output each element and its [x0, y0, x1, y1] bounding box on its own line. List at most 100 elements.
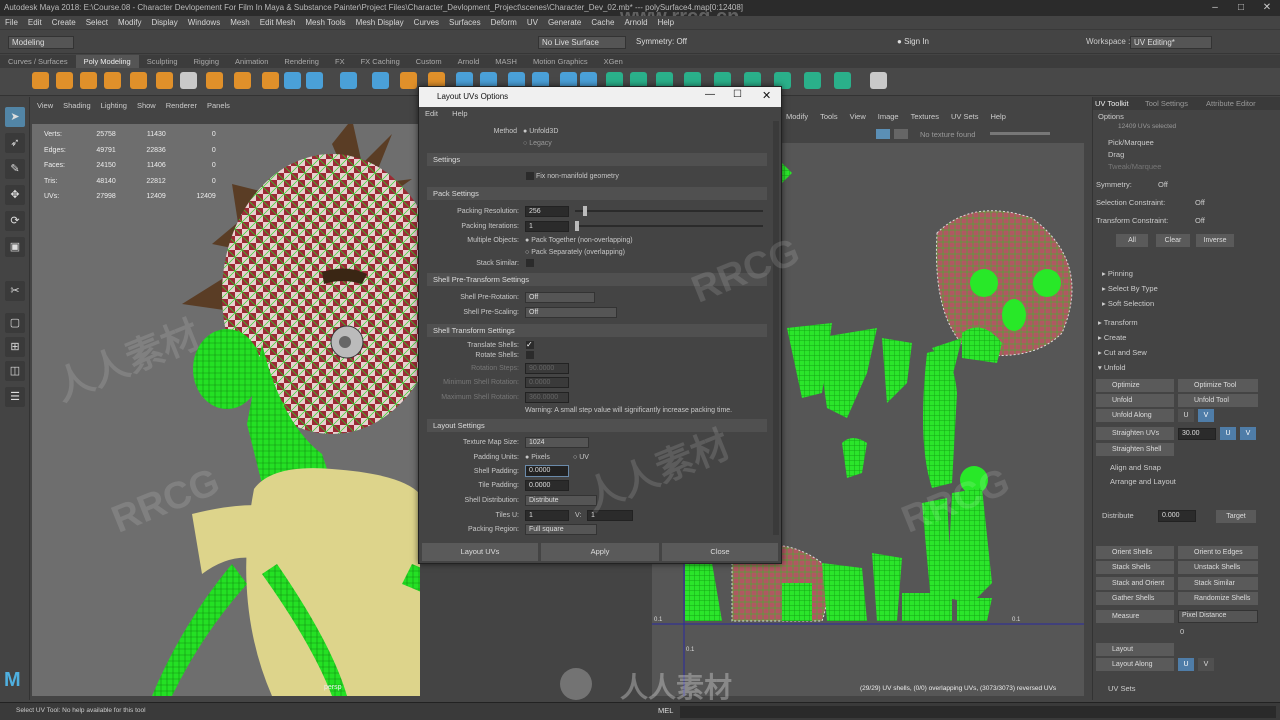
shelf-tool-icon[interactable] — [262, 72, 279, 89]
settings-header[interactable]: Settings — [427, 153, 767, 166]
uv-menu-help[interactable]: Help — [984, 110, 1011, 123]
maximize-button[interactable]: □ — [1228, 0, 1254, 16]
menu-curves[interactable]: Curves — [409, 16, 444, 30]
shelf-tool-icon[interactable] — [206, 72, 223, 89]
inverse-selection-button[interactable]: Inverse — [1196, 234, 1234, 247]
viewport-menu-renderer[interactable]: Renderer — [161, 100, 202, 112]
method-unfold3d-radio[interactable]: ● Unfold3D — [523, 126, 558, 137]
section-soft-selection[interactable]: ▸ Soft Selection — [1102, 298, 1154, 309]
layout-uvs-button[interactable]: Layout UVs — [422, 543, 538, 561]
layout-v-button[interactable]: V — [1198, 658, 1214, 671]
shelf-tab-custom[interactable]: Custom — [408, 55, 450, 68]
stack-similar-button[interactable]: Stack Similar — [1178, 577, 1258, 590]
padding-uv-radio[interactable]: ○ UV — [573, 452, 589, 463]
paint-select-icon[interactable]: ✎ — [5, 159, 25, 179]
menu-modify[interactable]: Modify — [113, 16, 147, 30]
drag-option[interactable]: Drag — [1108, 149, 1124, 160]
shelf-tool-icon[interactable] — [834, 72, 851, 89]
menu-mesh-display[interactable]: Mesh Display — [351, 16, 409, 30]
menu-select[interactable]: Select — [81, 16, 113, 30]
unfold-u-button[interactable]: U — [1178, 409, 1194, 422]
shelf-tool-icon[interactable] — [156, 72, 173, 89]
shelf-tool-icon[interactable] — [104, 72, 121, 89]
menu-deform[interactable]: Deform — [486, 16, 522, 30]
pack-settings-header[interactable]: Pack Settings — [427, 187, 767, 200]
transform-constraint-dropdown[interactable]: Off — [1195, 215, 1205, 226]
shelf-tool-icon[interactable] — [870, 72, 887, 89]
lasso-tool-icon[interactable]: ➶ — [5, 133, 25, 153]
unfold-tool-button[interactable]: Unfold Tool — [1178, 394, 1258, 407]
shelf-tab-mash[interactable]: MASH — [487, 55, 525, 68]
grid-toggle-icon[interactable] — [894, 129, 908, 139]
section-pinning[interactable]: ▸ Pinning — [1102, 268, 1133, 279]
shelf-tool-icon[interactable] — [400, 72, 417, 89]
select-tool-icon[interactable]: ➤ — [5, 107, 25, 127]
packing-iterations-slider[interactable] — [575, 221, 763, 231]
rotate-tool-icon[interactable]: ⟳ — [5, 211, 25, 231]
packing-resolution-field[interactable]: 256 — [525, 206, 569, 217]
four-pane-icon[interactable]: ⊞ — [5, 337, 25, 357]
transform-header[interactable]: Shell Transform Settings — [427, 324, 767, 337]
packing-iterations-field[interactable]: 1 — [525, 221, 569, 232]
measure-button[interactable]: Measure — [1096, 610, 1174, 623]
move-tool-icon[interactable]: ✥ — [5, 185, 25, 205]
uv-sets-section[interactable]: UV Sets — [1108, 683, 1136, 694]
dialog-menu-help[interactable]: Help — [446, 107, 473, 120]
viewport-menu-view[interactable]: View — [32, 100, 58, 112]
uv-menu-tools[interactable]: Tools — [814, 110, 844, 123]
menu-edit[interactable]: Edit — [23, 16, 47, 30]
dialog-scrollbar[interactable] — [773, 121, 779, 535]
gather-shells-button[interactable]: Gather Shells — [1096, 592, 1174, 605]
align-snap-section[interactable]: Align and Snap — [1110, 462, 1161, 473]
close-button[interactable]: Close — [662, 543, 778, 561]
section-unfold[interactable]: ▾ Unfold — [1098, 362, 1126, 373]
packing-resolution-slider[interactable] — [575, 206, 763, 216]
packing-region-dropdown[interactable]: Full square — [525, 524, 597, 535]
viewport-menu-lighting[interactable]: Lighting — [96, 100, 132, 112]
two-pane-icon[interactable]: ◫ — [5, 361, 25, 381]
layout-along-button[interactable]: Layout Along — [1096, 658, 1174, 671]
min-rotation-field[interactable]: 0.0000 — [525, 377, 569, 388]
tiles-u-field[interactable]: 1 — [525, 510, 569, 521]
section-select-by-type[interactable]: ▸ Select By Type — [1102, 283, 1158, 294]
translate-shells-checkbox[interactable]: ✓ — [526, 341, 534, 349]
outliner-icon[interactable]: ☰ — [5, 387, 25, 407]
shelf-tool-icon[interactable] — [130, 72, 147, 89]
perspective-viewport[interactable]: Verts: 25758 11430 0 Edges: 49791 22836 0 Faces:… — [32, 124, 420, 696]
straighten-shell-button[interactable]: Straighten Shell — [1096, 443, 1174, 456]
mode-dropdown[interactable]: Modeling — [8, 36, 74, 49]
shelf-tool-icon[interactable] — [804, 72, 821, 89]
viewport-menu-show[interactable]: Show — [132, 100, 161, 112]
shelf-tool-icon[interactable] — [80, 72, 97, 89]
max-rotation-field[interactable]: 360.0000 — [525, 392, 569, 403]
uv-menu-modify[interactable]: Modify — [780, 110, 814, 123]
close-window-button[interactable]: ✕ — [1254, 0, 1280, 16]
dialog-close-icon[interactable]: ✕ — [762, 89, 771, 102]
last-tool-icon[interactable]: ✂ — [5, 281, 25, 301]
shelf-tool-icon[interactable] — [180, 72, 197, 89]
straighten-uvs-button[interactable]: Straighten UVs — [1096, 427, 1174, 440]
fix-nonmanifold-checkbox[interactable]: Fix non-manifold geometry — [526, 171, 619, 182]
selection-constraint-dropdown[interactable]: Off — [1195, 197, 1205, 208]
unfold-v-button[interactable]: V — [1198, 409, 1214, 422]
orient-shells-button[interactable]: Orient Shells — [1096, 546, 1174, 559]
menu-arnold[interactable]: Arnold — [619, 16, 652, 30]
menu-file[interactable]: File — [0, 16, 23, 30]
symmetry-status[interactable]: Symmetry: Off — [636, 37, 687, 46]
shelf-tab-rigging[interactable]: Rigging — [186, 55, 227, 68]
dialog-menu-edit[interactable]: Edit — [419, 107, 444, 120]
padding-pixels-radio[interactable]: ● Pixels — [525, 452, 550, 463]
shelf-tab-animation[interactable]: Animation — [227, 55, 276, 68]
shelf-tab-poly-modeling[interactable]: Poly Modeling — [75, 55, 139, 68]
pack-together-radio[interactable]: ● Pack Together (non-overlapping) — [525, 235, 633, 246]
menu-windows[interactable]: Windows — [183, 16, 225, 30]
sign-in-button[interactable]: ● Sign In — [894, 36, 960, 49]
unstack-shells-button[interactable]: Unstack Shells — [1178, 561, 1258, 574]
shelf-tab-curves-surfaces[interactable]: Curves / Surfaces — [0, 55, 76, 68]
shelf-tool-icon[interactable] — [284, 72, 301, 89]
uv-menu-uv-sets[interactable]: UV Sets — [945, 110, 985, 123]
shelf-tool-icon[interactable] — [56, 72, 73, 89]
minimize-button[interactable]: – — [1202, 0, 1228, 16]
optimize-tool-button[interactable]: Optimize Tool — [1178, 379, 1258, 392]
shelf-tab-motion-graphics[interactable]: Motion Graphics — [525, 55, 596, 68]
